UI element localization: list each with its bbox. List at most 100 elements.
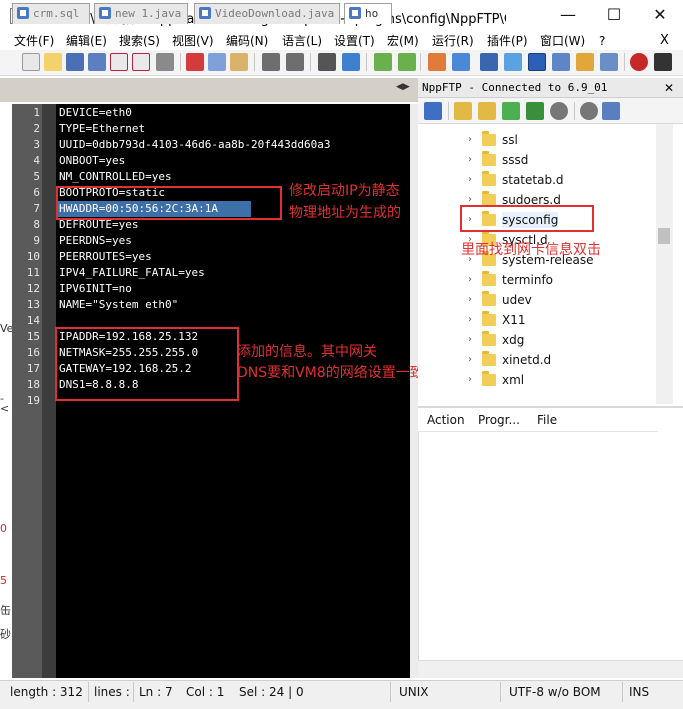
copy-icon[interactable] (208, 53, 226, 71)
close-document-button[interactable]: X (660, 32, 669, 50)
chevron-right-icon[interactable]: › (468, 294, 472, 305)
upload-icon[interactable] (502, 102, 520, 120)
code-line[interactable]: NAME="System eth0" (59, 297, 178, 313)
open-folder-icon[interactable] (44, 53, 62, 71)
tree-item[interactable]: › statetab.d (418, 170, 656, 190)
menu-file[interactable]: 文件(F) (14, 32, 54, 50)
doc-map-icon[interactable] (552, 53, 570, 71)
abort-icon[interactable] (550, 102, 568, 120)
find-icon[interactable] (318, 53, 336, 71)
show-all-chars-icon[interactable] (504, 53, 522, 71)
tab-videodownload-java[interactable]: VideoDownload.java (194, 3, 340, 24)
menu-plugins[interactable]: 插件(P) (487, 32, 528, 50)
connect-icon[interactable] (424, 102, 442, 120)
tree-item[interactable]: › xinetd.d (418, 350, 656, 370)
menu-help[interactable]: ? (599, 32, 605, 50)
chevron-right-icon[interactable]: › (468, 274, 472, 285)
word-wrap-icon[interactable] (480, 53, 498, 71)
close-all-icon[interactable] (132, 53, 150, 71)
menu-run[interactable]: 运行(R) (432, 32, 474, 50)
code-line[interactable]: UUID=0dbb793d-4103-46d6-aa8b-20f443dd60a… (59, 137, 331, 153)
queue-scrollbar[interactable] (673, 432, 683, 678)
redo-icon[interactable] (286, 53, 304, 71)
chevron-right-icon[interactable]: › (468, 334, 472, 345)
menu-edit[interactable]: 编辑(E) (66, 32, 107, 50)
sync-scroll-icon[interactable] (428, 53, 446, 71)
tab-new-1-java[interactable]: new 1.java (94, 3, 188, 24)
menu-macro[interactable]: 宏(M) (387, 32, 419, 50)
undo-icon[interactable] (262, 53, 280, 71)
status-eol-format[interactable]: UNIX (399, 684, 429, 700)
chevron-right-icon[interactable]: › (468, 134, 472, 145)
indent-guide-icon[interactable] (528, 53, 546, 71)
tree-scrollbar[interactable] (656, 124, 673, 404)
status-insert-mode[interactable]: INS (629, 684, 649, 700)
menu-language[interactable]: 语言(L) (282, 32, 322, 50)
editor-scrollbar[interactable] (410, 104, 418, 678)
zoom-in-icon[interactable] (374, 53, 392, 71)
menu-settings[interactable]: 设置(T) (334, 32, 375, 50)
code-line[interactable]: NM_CONTROLLED=yes (59, 169, 172, 185)
menu-search[interactable]: 搜索(S) (119, 32, 160, 50)
tree-item[interactable]: › xml (418, 370, 656, 390)
chevron-right-icon[interactable]: › (468, 174, 472, 185)
close-button[interactable]: ✕ (637, 0, 683, 32)
chevron-right-icon[interactable]: › (468, 314, 472, 325)
tree-item[interactable]: › udev (418, 290, 656, 310)
sync-horizontal-icon[interactable] (452, 53, 470, 71)
menu-window[interactable]: 窗口(W) (540, 32, 585, 50)
new-dir-icon[interactable] (478, 102, 496, 120)
tab-hosts[interactable]: ho (344, 3, 392, 24)
code-line[interactable]: IPV4_FAILURE_FATAL=yes (59, 265, 205, 281)
status-encoding[interactable]: UTF-8 w/o BOM (509, 684, 601, 700)
queue-horizontal-scrollbar[interactable] (418, 660, 683, 678)
save-all-icon[interactable] (88, 53, 106, 71)
code-line[interactable]: ONBOOT=yes (59, 153, 125, 169)
tab-scroll-arrows[interactable]: ◀▶ (396, 82, 416, 98)
code-line[interactable]: PEERDNS=yes (59, 233, 132, 249)
line-number: 8 (33, 218, 40, 231)
tree-item[interactable]: › ssl (418, 130, 656, 150)
folder-workspace-icon[interactable] (600, 53, 618, 71)
minimize-button[interactable]: — (545, 0, 591, 32)
tree-scrollbar-thumb[interactable] (658, 228, 670, 244)
queue-column-progress[interactable]: Progr... (478, 413, 520, 427)
tree-item[interactable]: › terminfo (418, 270, 656, 290)
menu-view[interactable]: 视图(V) (172, 32, 214, 50)
settings-gear-icon[interactable] (580, 102, 598, 120)
open-dir-icon[interactable] (454, 102, 472, 120)
chevron-right-icon[interactable]: › (468, 194, 472, 205)
tree-item[interactable]: › xdg (418, 330, 656, 350)
chevron-right-icon[interactable]: › (468, 354, 472, 365)
refresh-icon[interactable] (526, 102, 544, 120)
chevron-right-icon[interactable]: › (468, 154, 472, 165)
cut-icon[interactable] (186, 53, 204, 71)
code-line[interactable]: DEVICE=eth0 (59, 105, 132, 121)
queue-column-action[interactable]: Action (427, 413, 465, 427)
replace-icon[interactable] (342, 53, 360, 71)
code-line[interactable]: IPV6INIT=no (59, 281, 132, 297)
message-window-icon[interactable] (602, 102, 620, 120)
transfer-queue[interactable] (418, 408, 683, 678)
record-macro-icon[interactable] (630, 53, 648, 71)
print-icon[interactable] (156, 53, 174, 71)
close-file-icon[interactable] (110, 53, 128, 71)
queue-column-file[interactable]: File (537, 413, 557, 427)
function-list-icon[interactable] (576, 53, 594, 71)
folder-icon (482, 151, 496, 166)
tab-crm-sql[interactable]: crm.sql (12, 3, 90, 24)
tree-item[interactable]: › sssd (418, 150, 656, 170)
save-icon[interactable] (66, 53, 84, 71)
stop-record-icon[interactable] (654, 53, 672, 71)
new-file-icon[interactable] (22, 53, 40, 71)
code-line[interactable]: TYPE=Ethernet (59, 121, 145, 137)
maximize-button[interactable]: ☐ (591, 0, 637, 32)
zoom-out-icon[interactable] (398, 53, 416, 71)
tree-item[interactable]: › X11 (418, 310, 656, 330)
line-number: 10 (26, 250, 40, 263)
paste-icon[interactable] (230, 53, 248, 71)
ftp-close-button[interactable]: ✕ (660, 78, 678, 98)
chevron-right-icon[interactable]: › (468, 374, 472, 385)
code-line[interactable]: PEERROUTES=yes (59, 249, 152, 265)
menu-encoding[interactable]: 编码(N) (226, 32, 268, 50)
